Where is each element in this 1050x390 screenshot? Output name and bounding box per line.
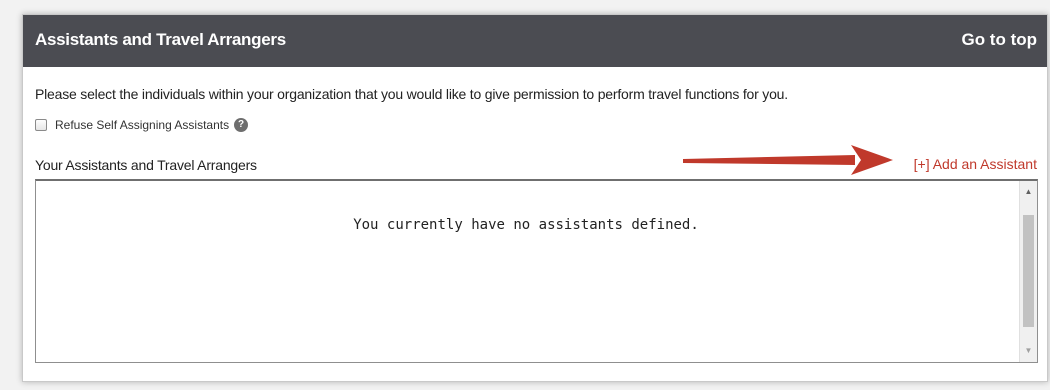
list-scrollbar[interactable]: ▲ ▼	[1019, 181, 1037, 362]
annotation-arrow-head	[851, 145, 893, 175]
intro-text: Please select the individuals within you…	[35, 86, 788, 102]
scroll-thumb[interactable]	[1023, 215, 1034, 327]
panel-title: Assistants and Travel Arrangers	[35, 30, 286, 49]
annotation-arrow-shaft	[683, 155, 855, 165]
refuse-self-assigning-row: Refuse Self Assigning Assistants ?	[35, 118, 249, 132]
assistants-section-label: Your Assistants and Travel Arrangers	[35, 157, 257, 173]
add-assistant-link[interactable]: [+] Add an Assistant	[914, 156, 1037, 172]
panel-header: Assistants and Travel Arrangers Go to to…	[23, 15, 1047, 67]
help-icon[interactable]: ?	[234, 118, 249, 132]
go-to-top-link[interactable]: Go to top	[961, 30, 1037, 50]
empty-list-message: You currently have no assistants defined…	[353, 217, 699, 233]
scroll-down-arrow-icon[interactable]: ▼	[1020, 342, 1037, 360]
refuse-self-assigning-checkbox[interactable]	[35, 119, 47, 131]
refuse-self-assigning-label[interactable]: Refuse Self Assigning Assistants	[55, 118, 229, 132]
annotation-arrow-icon	[683, 145, 893, 175]
assistants-panel: Assistants and Travel Arrangers Go to to…	[22, 14, 1048, 382]
assistants-list: You currently have no assistants defined…	[35, 179, 1038, 363]
scroll-up-arrow-icon[interactable]: ▲	[1020, 183, 1037, 201]
